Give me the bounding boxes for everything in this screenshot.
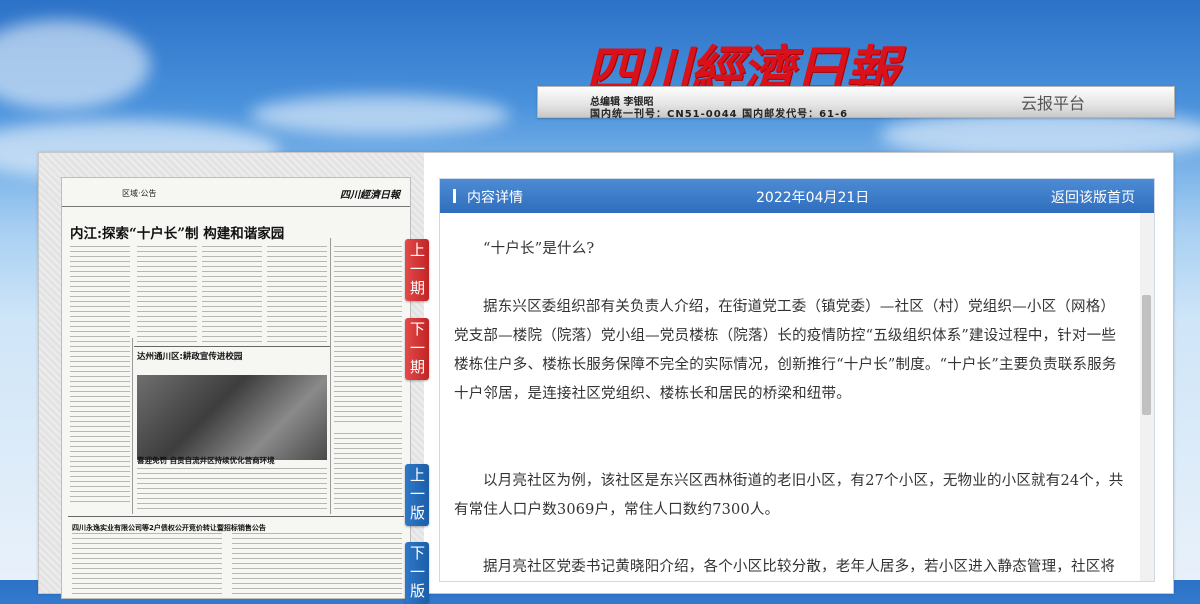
page-photo <box>137 375 327 460</box>
platform-label: 云报平台 <box>1021 94 1086 113</box>
content-title: 内容详情 <box>467 190 523 206</box>
newspaper-page-image[interactable]: 区域·公告 四川經濟日報 内江:探索“十户长”制 构建和谐家园 达州通川区:耕政… <box>61 177 411 599</box>
masthead-info-bar: 总编辑 李银昭 国内统一刊号：CN51-0044 国内邮发代号：61-6 云报平… <box>537 86 1175 120</box>
article-text-block[interactable] <box>202 246 262 346</box>
page-sub-headline[interactable]: 喜迎免罚 自贡自流井区持续优化营商环境 <box>137 455 275 466</box>
publication-number: 国内统一刊号：CN51-0044 国内邮发代号：61-6 <box>590 109 849 120</box>
next-page-tab[interactable]: 下一版 <box>405 542 429 604</box>
next-issue-tab[interactable]: 下一期 <box>405 318 429 380</box>
article-text-block[interactable] <box>232 533 402 598</box>
page-section-name: 区域·公告 <box>122 189 157 198</box>
scrollbar-thumb[interactable] <box>1142 295 1151 415</box>
article-text-block[interactable] <box>137 246 197 346</box>
back-to-page-link[interactable]: 返回该版首页 <box>1051 187 1135 207</box>
article-text-block[interactable] <box>334 246 402 426</box>
cloud-decoration <box>250 95 510 135</box>
article-text-block[interactable] <box>334 433 402 513</box>
cloud-decoration <box>0 20 150 110</box>
article-body: “十户长”是什么? 据东兴区委组织部有关负责人介绍，在街道党工委（镇党委）—社区… <box>454 213 1128 581</box>
article-paragraph: “十户长”是什么? <box>483 241 595 257</box>
page-divider <box>132 338 133 514</box>
content-header: 内容详情 2022年04月21日 返回该版首页 <box>440 179 1154 213</box>
prev-page-tab[interactable]: 上一版 <box>405 464 429 526</box>
header-accent-bar <box>453 189 456 203</box>
page-headline[interactable]: 内江:探索“十户长”制 构建和谐家园 <box>70 222 284 242</box>
vertical-scrollbar[interactable] <box>1140 213 1154 581</box>
page-thumbnail-area: 区域·公告 四川經濟日報 内江:探索“十户长”制 构建和谐家园 达州通川区:耕政… <box>39 153 424 599</box>
page-logo: 四川經濟日報 <box>340 190 400 201</box>
article-paragraph: 据东兴区委组织部有关负责人介绍，在街道党工委（镇党委）—社区（村）党组织—小区（… <box>454 299 1117 402</box>
page-divider <box>68 516 404 517</box>
page-divider <box>330 238 331 514</box>
article-paragraph: 以月亮社区为例，该社区是东兴区西林街道的老旧小区，有27个小区，无物业的小区就有… <box>454 473 1124 518</box>
page-ad-headline[interactable]: 四川永逸实业有限公司等2户债权公开竞价转让暨招标销售公告 <box>72 523 266 533</box>
page-divider <box>134 346 330 347</box>
article-paragraph: 据月亮社区党委书记黄晓阳介绍，各个小区比较分散，老年人居多，若小区进入静态管理，… <box>483 559 1116 575</box>
article-text-block[interactable] <box>70 246 130 506</box>
prev-issue-tab[interactable]: 上一期 <box>405 239 429 301</box>
page-photo-headline[interactable]: 达州通川区:耕政宣传进校园 <box>137 350 242 362</box>
content-panel: 内容详情 2022年04月21日 返回该版首页 “十户长”是什么? 据东兴区委组… <box>439 178 1155 582</box>
article-text-block[interactable] <box>267 246 327 346</box>
issue-date: 2022年04月21日 <box>756 190 870 206</box>
article-text-block[interactable] <box>72 533 222 598</box>
article-text-block[interactable] <box>137 468 327 513</box>
